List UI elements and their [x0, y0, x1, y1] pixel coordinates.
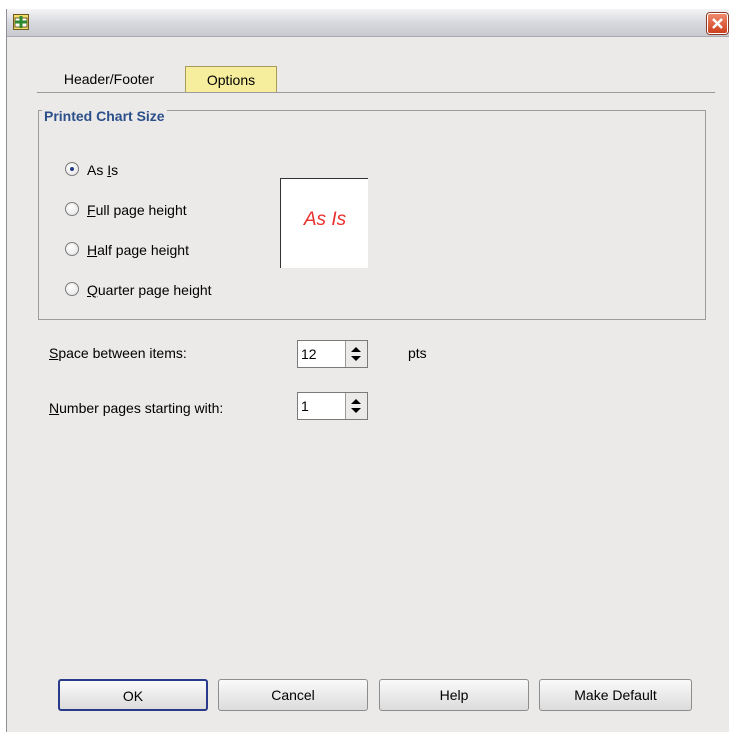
chart-size-preview: As Is	[280, 178, 368, 268]
spinner-arrows[interactable]	[345, 341, 367, 367]
spinner-down-icon[interactable]	[351, 408, 361, 413]
number-pages-spinner[interactable]: 1	[297, 392, 368, 420]
number-pages-value[interactable]: 1	[301, 398, 309, 414]
radio-button[interactable]	[65, 282, 79, 296]
preview-text: As Is	[303, 209, 347, 230]
radio-label: Full page height	[87, 202, 187, 218]
close-icon	[712, 18, 723, 29]
tab-header-footer[interactable]: Header/Footer	[37, 66, 181, 93]
help-button[interactable]: Help	[379, 679, 529, 711]
ok-button[interactable]: OK	[58, 679, 208, 711]
radio-button-checked[interactable]	[65, 162, 79, 176]
make-default-button[interactable]: Make Default	[539, 679, 692, 711]
radio-button[interactable]	[65, 242, 79, 256]
printed-chart-size-legend: Printed Chart Size	[42, 108, 167, 124]
space-unit-label: pts	[408, 345, 427, 361]
spinner-up-icon[interactable]	[351, 399, 361, 404]
close-button[interactable]	[707, 13, 728, 34]
app-icon	[13, 14, 29, 30]
spinner-down-icon[interactable]	[351, 356, 361, 361]
space-between-items-spinner[interactable]: 12	[297, 340, 368, 368]
number-pages-label: Number pages starting with:	[49, 400, 224, 416]
radio-label: As Is	[87, 162, 119, 178]
cancel-button[interactable]: Cancel	[218, 679, 368, 711]
radio-label: Half page height	[87, 242, 189, 258]
title-bar[interactable]	[7, 9, 729, 37]
tab-options[interactable]: Options	[185, 66, 277, 93]
background-strip	[0, 0, 729, 9]
spinner-arrows[interactable]	[345, 393, 367, 419]
radio-button[interactable]	[65, 202, 79, 216]
spinner-up-icon[interactable]	[351, 347, 361, 352]
tab-divider	[37, 92, 715, 93]
space-between-items-label: Space between items:	[49, 345, 187, 361]
space-between-items-value[interactable]: 12	[301, 346, 317, 362]
radio-label: Quarter page height	[87, 282, 212, 298]
